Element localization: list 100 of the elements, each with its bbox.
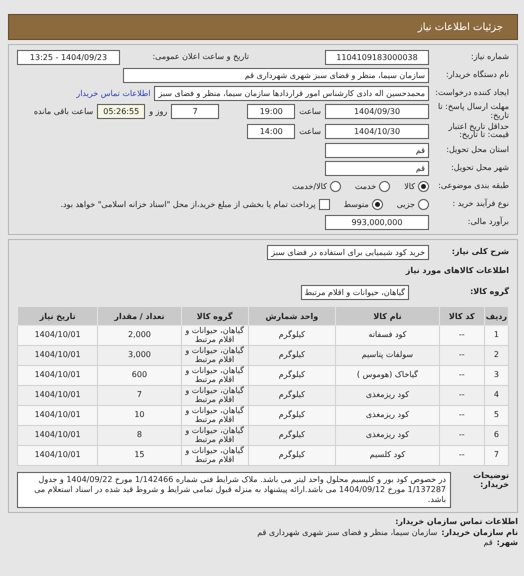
radio-button[interactable] bbox=[418, 198, 429, 210]
table-cell: 3,000 bbox=[98, 346, 182, 366]
city-text: قم bbox=[484, 538, 493, 548]
field-label: گروه کالا: bbox=[469, 288, 509, 297]
table-cell: کیلوگرم bbox=[248, 386, 336, 406]
radio-label: کالا bbox=[404, 182, 415, 191]
table-cell: کود کلسیم bbox=[336, 446, 440, 466]
table-cell: -- bbox=[439, 426, 484, 446]
table-cell: کود ریزمغذی bbox=[336, 406, 440, 426]
table-cell: کیلوگرم bbox=[248, 346, 336, 366]
table-cell: کود ریزمغذی bbox=[336, 426, 440, 446]
page-header: جزئیات اطلاعات نیاز bbox=[8, 14, 518, 40]
table-cell: 7 bbox=[98, 386, 182, 406]
table-cell: 6 bbox=[484, 426, 508, 446]
city-field[interactable]: قم bbox=[325, 160, 429, 176]
table-cell: کیلوگرم bbox=[248, 426, 336, 446]
table-cell: 1404/10/01 bbox=[18, 386, 98, 406]
deadline-time-field[interactable]: 19:00 bbox=[247, 104, 296, 120]
table-cell: 3 bbox=[484, 366, 508, 386]
field-label: شماره نیاز: bbox=[470, 52, 509, 62]
field-label: شهر: bbox=[496, 538, 518, 548]
field-label: ساعت bbox=[299, 126, 321, 136]
radio-label: جزیی bbox=[396, 200, 415, 209]
field-label: استان محل تحویل: bbox=[445, 146, 509, 155]
table-cell: گیاهان، حیوانات و اقلام مرتبط bbox=[181, 326, 248, 346]
field-label: ساعت bbox=[299, 107, 321, 116]
estimate-field[interactable]: 993,000,000 bbox=[325, 214, 429, 230]
table-cell: 1404/10/01 bbox=[18, 346, 98, 366]
table-cell: 2,000 bbox=[98, 326, 182, 346]
table-cell: گیاخاک (هوموس ) bbox=[336, 366, 440, 386]
table-cell: 5 bbox=[484, 406, 508, 426]
table-cell: -- bbox=[439, 446, 484, 466]
field-label: نوع فرآیند خرید : bbox=[451, 200, 509, 209]
table-cell: کیلوگرم bbox=[248, 366, 336, 386]
table-cell: کیلوگرم bbox=[248, 446, 336, 466]
deadline-date-field[interactable]: 1404/09/30 bbox=[325, 104, 429, 120]
radio-label: متوسط bbox=[344, 200, 369, 209]
buyer-name-field[interactable]: سازمان سیما، منظر و فضای سبز شهری شهرداری قم bbox=[123, 68, 429, 82]
radio-button[interactable] bbox=[372, 198, 383, 210]
table-cell: 4 bbox=[484, 386, 508, 406]
days-field[interactable]: 7 bbox=[171, 104, 220, 120]
creator-field[interactable]: محمدحسین اله دادی کارشناس امور قراردادها سازمان سیما، منظر و فضای سبز bbox=[154, 86, 429, 100]
radio-button[interactable] bbox=[379, 180, 390, 192]
table-cell: کیلوگرم bbox=[248, 406, 336, 426]
table-cell: 1404/10/01 bbox=[18, 406, 98, 426]
table-cell: -- bbox=[439, 406, 484, 426]
field-label: شرح کلی نیاز: bbox=[450, 248, 509, 257]
validity-date-field[interactable]: 1404/10/30 bbox=[325, 124, 429, 139]
field-label: برآورد مالی: bbox=[466, 218, 509, 227]
field-label: نام سازمان خریدار: bbox=[441, 528, 518, 538]
table-cell: گیاهان، حیوانات و اقلام مرتبط bbox=[181, 386, 248, 406]
radio-button[interactable] bbox=[418, 180, 429, 192]
table-cell: -- bbox=[439, 366, 484, 386]
radio-label: خدمت bbox=[354, 182, 376, 191]
table-cell: 600 bbox=[98, 366, 182, 386]
table-cell: 8 bbox=[98, 426, 182, 446]
table-cell: گیاهان، حیوانات و اقلام مرتبط bbox=[181, 406, 248, 426]
table-cell: 1404/10/01 bbox=[18, 366, 98, 386]
field-label: تاریخ و ساعت اعلان عمومی: bbox=[151, 52, 249, 62]
org-name-text: سازمان سیما، منظر و فضای سبز شهری شهرداری قم bbox=[257, 528, 438, 538]
field-label: طبقه بندی موضوعی: bbox=[437, 182, 509, 191]
need-number-field[interactable]: 1104109183000038 bbox=[325, 50, 429, 64]
table-cell: 2 bbox=[484, 346, 508, 366]
table-cell: 1 bbox=[484, 326, 508, 346]
checkbox-label: پرداخت تمام یا بخشی از مبلغ خرید،از محل "اسناد خزانه اسلامی" خواهد بود. bbox=[60, 200, 316, 209]
table-cell: 1404/10/01 bbox=[18, 426, 98, 446]
column-header: واحد شمارش bbox=[248, 306, 336, 326]
column-header: تعداد / مقدار bbox=[98, 306, 182, 326]
province-field[interactable]: قم bbox=[325, 142, 429, 158]
field-label: ساعت باقی مانده bbox=[34, 107, 94, 116]
table-cell: کود فسفاته bbox=[336, 326, 440, 346]
table-cell: گیاهان، حیوانات و اقلام مرتبط bbox=[181, 426, 248, 446]
remaining-time-field[interactable]: 05:26:55 bbox=[97, 104, 146, 120]
table-cell: 10 bbox=[98, 406, 182, 426]
table-cell: گیاهان، حیوانات و اقلام مرتبط bbox=[181, 366, 248, 386]
field-label: نام دستگاه خریدار: bbox=[445, 70, 509, 80]
checkbox[interactable] bbox=[318, 198, 330, 210]
column-header: گروه کالا bbox=[181, 306, 248, 326]
summary-field[interactable]: خرید کود شیمیایی برای استفاده در فضای سبز bbox=[267, 244, 429, 260]
table-cell: 1404/10/01 bbox=[18, 326, 98, 346]
notes-text: در خصوص کود بور و کلیسیم محلول واحد لیتر می باشد. ملاک شرایط فنی شماره 1/142466 مورخ 1404/09/22 و جدول 1/137287 مورخ 1404/09/12 می باشد.ارائه پیشنهاد به منزله قبول تمامی شرایط و شروط قید شده در اسناد استعلام می باشد. bbox=[17, 472, 451, 508]
radio-button[interactable] bbox=[330, 180, 341, 192]
table-cell: گیاهان، حیوانات و اقلام مرتبط bbox=[181, 446, 248, 466]
field-label: شهر محل تحویل: bbox=[450, 164, 509, 173]
table-cell: 1404/10/01 bbox=[18, 446, 98, 466]
column-header: کد کالا bbox=[439, 306, 484, 326]
table-cell: سولفات پتاسیم bbox=[336, 346, 440, 366]
field-label: حداقل تاریخ اعتبار قیمت: تا تاریخ: bbox=[447, 122, 509, 140]
table-cell: گیاهان، حیوانات و اقلام مرتبط bbox=[181, 346, 248, 366]
buyer-contact-link[interactable]: اطلاعات تماس خریدار bbox=[76, 88, 150, 98]
table-cell: کود ریزمغذی bbox=[336, 386, 440, 406]
goods-group-field[interactable]: گیاهان، حیوانات و اقلام مرتبط bbox=[300, 284, 409, 300]
field-label: مهلت ارسال پاسخ: تا تاریخ: bbox=[436, 103, 509, 121]
field-label: توضیحات خریدار: bbox=[472, 472, 509, 491]
announce-date-field[interactable]: 1404/09/23 - 13:25 bbox=[17, 50, 120, 64]
table-cell: 15 bbox=[98, 446, 182, 466]
column-header: تاریخ نیاز bbox=[18, 306, 98, 326]
validity-time-field[interactable]: 14:00 bbox=[247, 124, 296, 139]
field-label: روز و bbox=[149, 107, 168, 116]
section-heading: اطلاعات تماس سازمان خریدار: bbox=[394, 517, 518, 528]
